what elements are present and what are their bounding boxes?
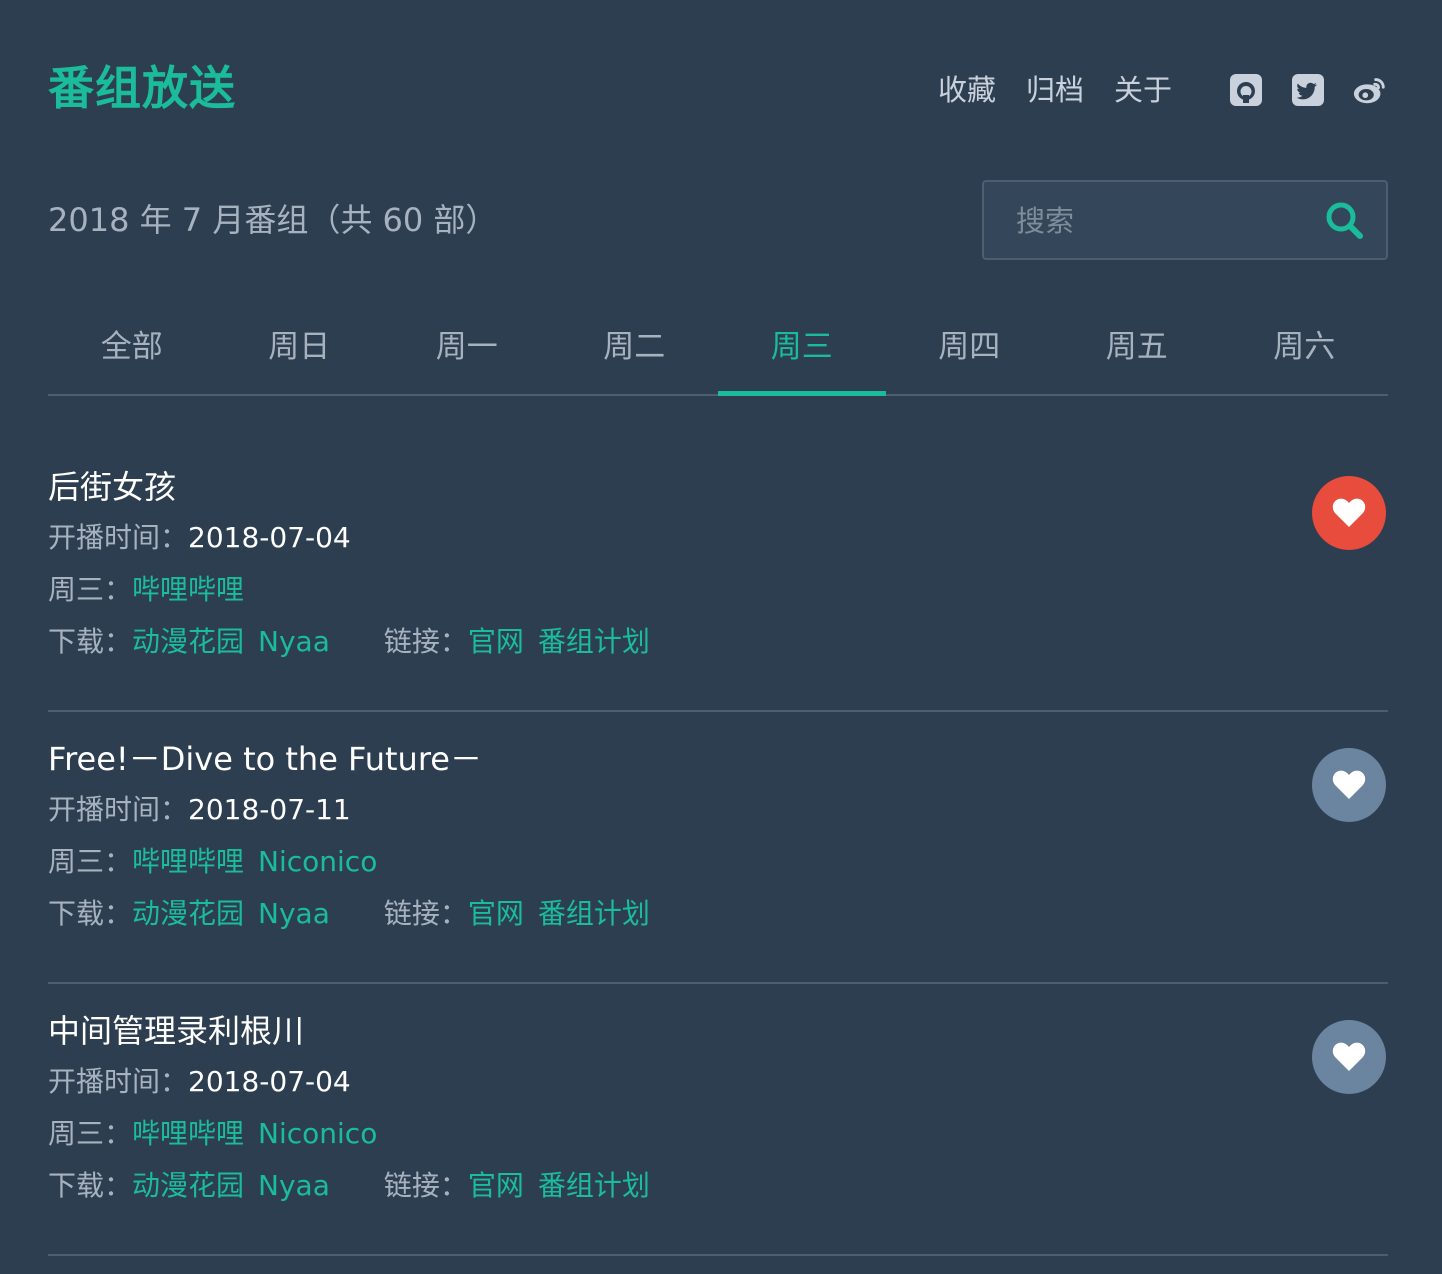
heart-icon bbox=[1332, 770, 1366, 799]
top-nav: 收藏 归档 关于 bbox=[938, 70, 1388, 110]
heart-icon bbox=[1332, 1042, 1366, 1071]
item-details: 后街女孩 开播时间：2018-07-04 周三：哔哩哔哩 下载：动漫花园 Nyaa… bbox=[48, 462, 664, 668]
links-label: 链接： bbox=[383, 625, 468, 658]
platform-link-niconico[interactable]: Niconico bbox=[258, 1117, 377, 1150]
platform-link-bilibili[interactable]: 哔哩哔哩 bbox=[132, 1117, 244, 1150]
download-link-nyaa[interactable]: Nyaa bbox=[258, 625, 330, 658]
download-link-dmhy[interactable]: 动漫花园 bbox=[132, 1169, 244, 1202]
bangumi-link[interactable]: 番组计划 bbox=[538, 897, 650, 930]
download-row: 下载：动漫花园 Nyaa 链接：官网 番组计划 bbox=[48, 888, 664, 940]
list-item: 中间管理录利根川 开播时间：2018-07-04 周三：哔哩哔哩 Niconico… bbox=[48, 984, 1388, 1256]
favorite-button[interactable] bbox=[1312, 1020, 1386, 1094]
official-site-link[interactable]: 官网 bbox=[468, 625, 524, 658]
start-date-row: 开播时间：2018-07-04 bbox=[48, 512, 664, 564]
tab-sunday[interactable]: 周日 bbox=[216, 300, 384, 394]
item-details: 中间管理录利根川 开播时间：2018-07-04 周三：哔哩哔哩 Niconico… bbox=[48, 1006, 664, 1212]
header: 番组放送 收藏 归档 关于 bbox=[48, 56, 1388, 120]
nav-archive[interactable]: 归档 bbox=[1026, 70, 1084, 110]
start-date-label: 开播时间： bbox=[48, 1065, 189, 1098]
download-row: 下载：动漫花园 Nyaa 链接：官网 番组计划 bbox=[48, 616, 664, 668]
tab-monday[interactable]: 周一 bbox=[383, 300, 551, 394]
weekday-label: 周三： bbox=[48, 845, 133, 878]
item-title[interactable]: 中间管理录利根川 bbox=[48, 1006, 664, 1056]
download-link-nyaa[interactable]: Nyaa bbox=[258, 897, 330, 930]
twitter-icon[interactable] bbox=[1290, 72, 1326, 108]
item-title[interactable]: 后街女孩 bbox=[48, 462, 664, 512]
github-icon[interactable] bbox=[1228, 72, 1264, 108]
download-row: 下载：动漫花园 Nyaa 链接：官网 番组计划 bbox=[48, 1160, 664, 1212]
start-date-row: 开播时间：2018-07-04 bbox=[48, 1056, 664, 1108]
platform-link-bilibili[interactable]: 哔哩哔哩 bbox=[132, 845, 244, 878]
download-label: 下载： bbox=[48, 625, 133, 658]
download-label: 下载： bbox=[48, 1169, 133, 1202]
start-date-value: 2018-07-11 bbox=[188, 793, 351, 826]
nav-favorites[interactable]: 收藏 bbox=[938, 70, 996, 110]
platform-row: 周三：哔哩哔哩 Niconico bbox=[48, 836, 664, 888]
download-link-dmhy[interactable]: 动漫花园 bbox=[132, 897, 244, 930]
search-input[interactable] bbox=[1014, 200, 1308, 242]
search-icon[interactable] bbox=[1322, 198, 1366, 242]
download-link-nyaa[interactable]: Nyaa bbox=[258, 1169, 330, 1202]
season-summary: 2018 年 7 月番组（共 60 部） bbox=[48, 201, 498, 239]
list-item: Free!－Dive to the Future－ 开播时间：2018-07-1… bbox=[48, 712, 1388, 984]
start-date-row: 开播时间：2018-07-11 bbox=[48, 784, 664, 836]
anime-list: 后街女孩 开播时间：2018-07-04 周三：哔哩哔哩 下载：动漫花园 Nyaa… bbox=[48, 440, 1388, 1256]
platform-row: 周三：哔哩哔哩 bbox=[48, 564, 664, 616]
bangumi-link[interactable]: 番组计划 bbox=[538, 625, 650, 658]
weekday-label: 周三： bbox=[48, 1117, 133, 1150]
item-details: Free!－Dive to the Future－ 开播时间：2018-07-1… bbox=[48, 734, 664, 940]
platform-link-bilibili[interactable]: 哔哩哔哩 bbox=[132, 573, 244, 606]
weekday-label: 周三： bbox=[48, 573, 133, 606]
weibo-icon[interactable] bbox=[1352, 72, 1388, 108]
official-site-link[interactable]: 官网 bbox=[468, 897, 524, 930]
tab-tuesday[interactable]: 周二 bbox=[551, 300, 719, 394]
tab-thursday[interactable]: 周四 bbox=[886, 300, 1054, 394]
tab-saturday[interactable]: 周六 bbox=[1221, 300, 1389, 394]
start-date-value: 2018-07-04 bbox=[188, 521, 351, 554]
heart-icon bbox=[1332, 498, 1366, 527]
official-site-link[interactable]: 官网 bbox=[468, 1169, 524, 1202]
links-label: 链接： bbox=[383, 897, 468, 930]
weekday-tabs: 全部 周日 周一 周二 周三 周四 周五 周六 bbox=[48, 300, 1388, 396]
start-date-value: 2018-07-04 bbox=[188, 1065, 351, 1098]
search-box bbox=[982, 180, 1388, 260]
tab-wednesday[interactable]: 周三 bbox=[718, 300, 886, 396]
favorite-button[interactable] bbox=[1312, 748, 1386, 822]
download-link-dmhy[interactable]: 动漫花园 bbox=[132, 625, 244, 658]
item-title[interactable]: Free!－Dive to the Future－ bbox=[48, 734, 664, 784]
download-label: 下载： bbox=[48, 897, 133, 930]
favorite-button[interactable] bbox=[1312, 476, 1386, 550]
links-label: 链接： bbox=[383, 1169, 468, 1202]
platform-link-niconico[interactable]: Niconico bbox=[258, 845, 377, 878]
bangumi-link[interactable]: 番组计划 bbox=[538, 1169, 650, 1202]
start-date-label: 开播时间： bbox=[48, 793, 189, 826]
start-date-label: 开播时间： bbox=[48, 521, 189, 554]
list-item: 后街女孩 开播时间：2018-07-04 周三：哔哩哔哩 下载：动漫花园 Nyaa… bbox=[48, 440, 1388, 712]
nav-about[interactable]: 关于 bbox=[1114, 70, 1172, 110]
tab-friday[interactable]: 周五 bbox=[1053, 300, 1221, 394]
platform-row: 周三：哔哩哔哩 Niconico bbox=[48, 1108, 664, 1160]
tab-all[interactable]: 全部 bbox=[48, 300, 216, 394]
site-title[interactable]: 番组放送 bbox=[48, 58, 236, 118]
